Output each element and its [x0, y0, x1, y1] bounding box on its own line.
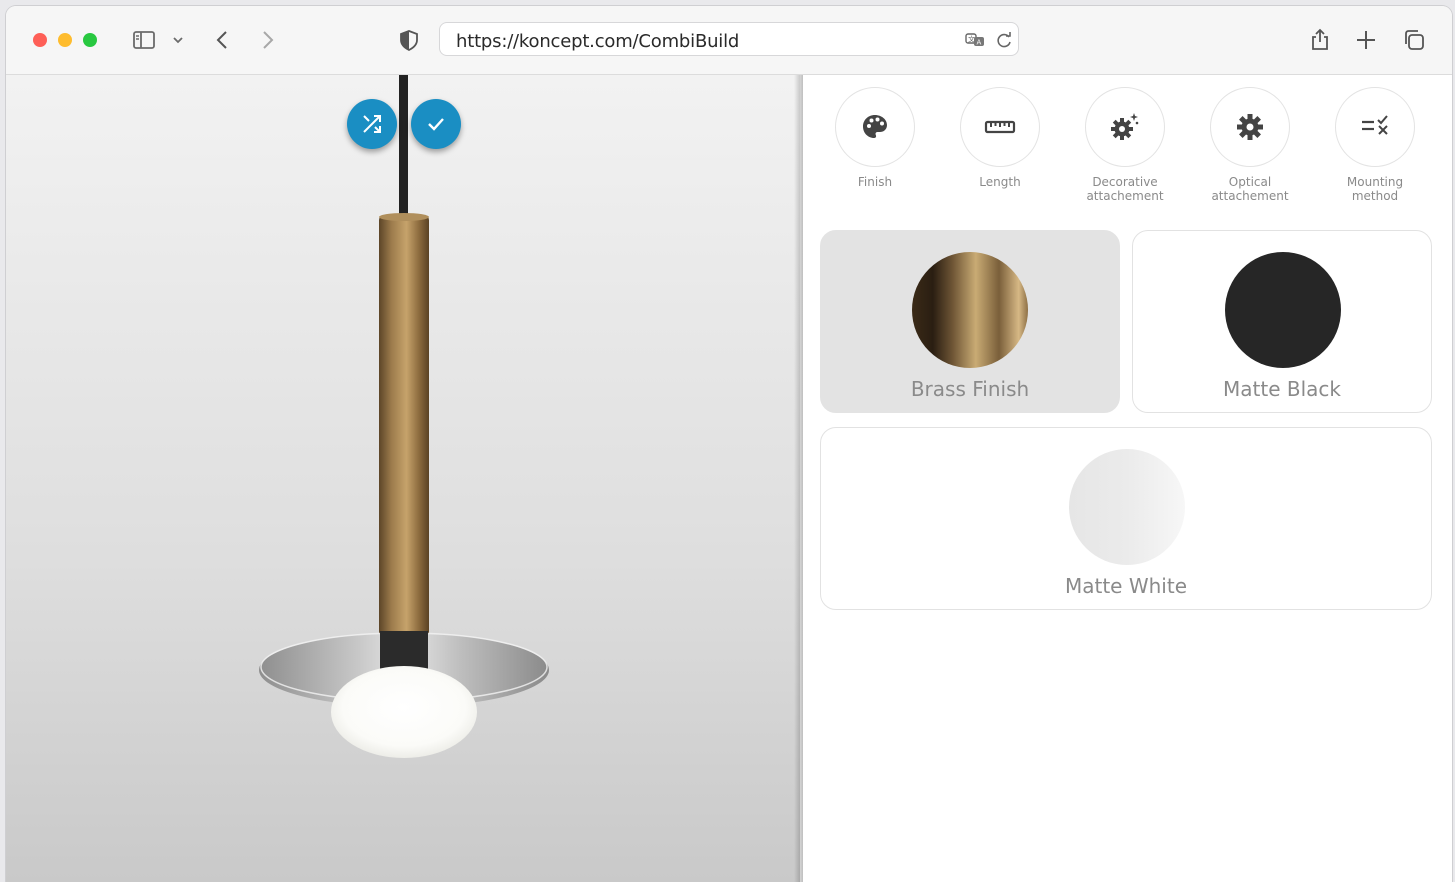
- configurator-panel: Finish Length Decorative attachement Opti…: [803, 75, 1452, 882]
- category-length[interactable]: Length: [950, 87, 1050, 189]
- category-label: Finish: [857, 175, 893, 189]
- option-matte-white[interactable]: Matte White: [820, 427, 1432, 610]
- option-label: Brass Finish: [910, 377, 1030, 401]
- back-icon[interactable]: [211, 28, 235, 52]
- close-window-button[interactable]: [33, 33, 47, 47]
- address-bar[interactable]: https://koncept.com/CombiBuild 文A: [439, 22, 1019, 56]
- category-label: Length: [979, 175, 1021, 189]
- category-decorative-attachement[interactable]: Decorative attachement: [1075, 87, 1175, 203]
- palette-icon: [863, 115, 887, 138]
- category-label: Optical attachement: [1211, 175, 1289, 203]
- shuffle-button[interactable]: [347, 99, 397, 149]
- checklist-icon: [1362, 115, 1388, 135]
- product-viewer[interactable]: [6, 75, 800, 882]
- option-brass-finish[interactable]: Brass Finish: [820, 230, 1120, 413]
- privacy-shield-icon[interactable]: [397, 28, 421, 52]
- ruler-icon: [984, 120, 1016, 134]
- option-label: Matte Black: [1223, 377, 1341, 401]
- category-label: Decorative attachement: [1086, 175, 1164, 203]
- translate-icon[interactable]: 文A: [964, 29, 986, 51]
- finish-category-button[interactable]: [835, 87, 915, 167]
- browser-toolbar: https://koncept.com/CombiBuild 文A: [6, 6, 1452, 75]
- checkmark-icon: [428, 118, 444, 131]
- svg-text:A: A: [977, 39, 982, 47]
- black-swatch: [1225, 252, 1341, 368]
- gear-sparkle-icon: [1111, 113, 1139, 140]
- chevron-down-icon[interactable]: [170, 28, 186, 52]
- minimize-window-button[interactable]: [58, 33, 72, 47]
- length-category-button[interactable]: [960, 87, 1040, 167]
- white-swatch: [1069, 449, 1185, 565]
- optical-category-button[interactable]: [1210, 87, 1290, 167]
- share-icon[interactable]: [1308, 28, 1332, 52]
- category-optical-attachement[interactable]: Optical attachement: [1200, 87, 1300, 203]
- option-matte-black[interactable]: Matte Black: [1132, 230, 1432, 413]
- url-text: https://koncept.com/CombiBuild: [456, 31, 740, 52]
- sidebar-toggle-icon[interactable]: [132, 28, 156, 52]
- pendant-lamp-render: [259, 75, 549, 758]
- category-mounting-method[interactable]: Mounting method: [1325, 87, 1425, 203]
- mounting-category-button[interactable]: [1335, 87, 1415, 167]
- new-tab-icon[interactable]: [1354, 28, 1378, 52]
- gear-icon: [1237, 114, 1263, 140]
- brass-swatch: [912, 252, 1028, 368]
- zoom-window-button[interactable]: [83, 33, 97, 47]
- option-label: Matte White: [1064, 574, 1187, 598]
- category-label: Mounting method: [1346, 175, 1404, 203]
- shuffle-icon: [363, 115, 381, 133]
- confirm-button[interactable]: [411, 99, 461, 149]
- svg-text:文: 文: [968, 35, 975, 44]
- category-finish[interactable]: Finish: [825, 87, 925, 189]
- browser-window: https://koncept.com/CombiBuild 文A Finish…: [6, 6, 1452, 882]
- forward-icon[interactable]: [255, 28, 279, 52]
- tab-overview-icon[interactable]: [1402, 28, 1426, 52]
- reload-icon[interactable]: [993, 29, 1015, 51]
- decorative-category-button[interactable]: [1085, 87, 1165, 167]
